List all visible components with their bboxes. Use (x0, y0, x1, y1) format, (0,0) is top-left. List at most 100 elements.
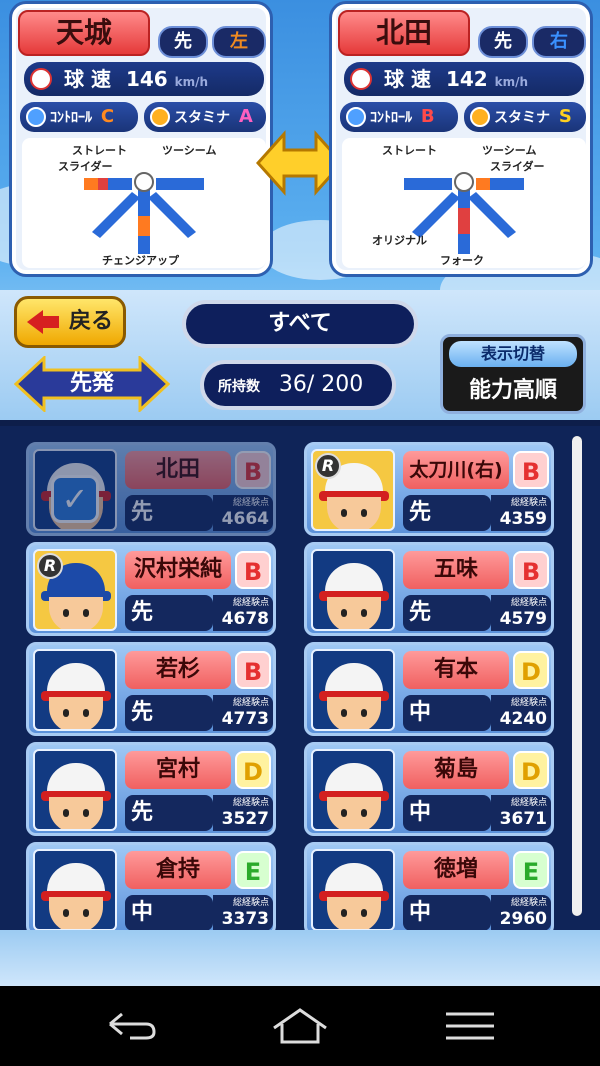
stamina-label: スタミナ (174, 110, 230, 126)
player-card[interactable]: 徳増 E 中 総経験点 2960 (304, 842, 554, 936)
pitch-label-bottom: フォーク (440, 254, 484, 267)
baseball-icon (30, 68, 52, 90)
player-rank: B (235, 651, 271, 689)
pitch-label-top-left: ストレート (382, 144, 437, 157)
player-rank: D (513, 751, 549, 789)
right-player-position: 先 (478, 26, 528, 58)
home-nav-icon[interactable] (270, 1006, 330, 1046)
player-card[interactable]: ✓ 北田 B 先 総経験点 4664 (26, 442, 276, 536)
player-exp: 総経験点 4359 (491, 495, 551, 531)
right-control: ｺﾝﾄﾛｰﾙ B (340, 102, 458, 132)
sort-button[interactable]: 表示切替 能力高順 (440, 334, 586, 414)
player-rank: E (235, 851, 271, 889)
sort-order-label: 能力高順 (468, 378, 557, 403)
menu-nav-icon[interactable] (440, 1006, 500, 1046)
player-name: 五味 (403, 551, 509, 589)
filter-dropdown[interactable]: すべて (182, 300, 418, 348)
compare-card-left: 天城 先 左 球 速 146 km/h ｺﾝﾄﾛｰﾙ C スタミナ A ストレー… (12, 4, 270, 274)
left-pitch-chart: ストレート ツーシーム スライダー チェンジアップ (22, 138, 266, 268)
player-name: 宮村 (125, 751, 231, 789)
pitch-label-bottom: チェンジアップ (102, 254, 179, 267)
player-portrait (311, 549, 395, 631)
player-name: 菊島 (403, 751, 509, 789)
player-name: 若杉 (125, 651, 231, 689)
player-rank: E (513, 851, 549, 889)
control-grade: B (420, 106, 435, 127)
player-portrait (311, 649, 395, 731)
left-control: ｺﾝﾄﾛｰﾙ C (20, 102, 138, 132)
player-portrait: R (311, 449, 395, 531)
player-card[interactable]: 菊島 D 中 総経験点 3671 (304, 742, 554, 836)
checkmark-icon: ✓ (51, 475, 99, 523)
list-scrollbar-thumb[interactable] (572, 436, 582, 916)
rare-r-icon: R (37, 553, 63, 579)
player-portrait (33, 649, 117, 731)
pitch-label-left: スライダー (58, 160, 113, 173)
player-name: 有本 (403, 651, 509, 689)
back-button[interactable]: 戻る (14, 296, 126, 348)
left-stamina: スタミナ A (144, 102, 266, 132)
compare-card-right: 北田 先 右 球 速 142 km/h ｺﾝﾄﾛｰﾙ B スタミナ S ストレー… (332, 4, 590, 274)
player-position: 先 (403, 495, 491, 531)
player-rank: D (513, 651, 549, 689)
pitch-label-right: スライダー (490, 160, 545, 173)
player-exp: 総経験点 4240 (491, 695, 551, 731)
owned-count: 所持数 36/ 200 (200, 360, 396, 410)
player-position: 先 (125, 495, 213, 531)
player-portrait (33, 849, 117, 931)
rare-r-icon: R (315, 453, 341, 479)
player-name: 太刀川(右) (403, 451, 509, 489)
player-portrait: ✓ (33, 449, 117, 531)
right-pitch-chart: ストレート ツーシーム スライダー オリジナル フォーク (342, 138, 586, 268)
back-nav-icon[interactable] (100, 1006, 160, 1046)
left-speed: 球 速 146 km/h (24, 62, 264, 96)
pitch-chart-graphic (404, 172, 524, 254)
speed-unit: km/h (174, 75, 209, 89)
stamina-grade: S (558, 106, 572, 127)
order-toggle-label: 先発 (69, 371, 114, 396)
player-position: 中 (403, 895, 491, 931)
player-card[interactable]: R 太刀川(右) B 先 総経験点 4359 (304, 442, 554, 536)
player-exp: 総経験点 4664 (213, 495, 273, 531)
stamina-grade: A (238, 106, 253, 127)
system-navbar (0, 986, 600, 1066)
player-portrait (33, 749, 117, 831)
player-portrait (311, 849, 395, 931)
speed-label: 球 速 (384, 67, 431, 91)
player-rank: B (513, 451, 549, 489)
speed-label: 球 速 (64, 67, 111, 91)
baseball-icon (350, 68, 372, 90)
player-exp: 総経験点 4579 (491, 595, 551, 631)
speed-unit: km/h (494, 75, 529, 89)
player-portrait (311, 749, 395, 831)
player-position: 中 (403, 695, 491, 731)
player-name: 沢村栄純 (125, 551, 231, 589)
player-rank: B (235, 451, 271, 489)
right-stamina: スタミナ S (464, 102, 586, 132)
player-card[interactable]: 宮村 D 先 総経験点 3527 (26, 742, 276, 836)
player-card[interactable]: R 沢村栄純 B 先 総経験点 4678 (26, 542, 276, 636)
player-position: 先 (125, 695, 213, 731)
player-rank: B (235, 551, 271, 589)
pitch-label-top-right: ツーシーム (162, 144, 217, 157)
swap-arrow-icon (256, 130, 344, 196)
player-exp: 総経験点 3373 (213, 895, 273, 931)
order-toggle-button[interactable]: 先発 (13, 354, 171, 414)
owned-count-label: 所持数 (218, 379, 260, 395)
player-position: 先 (403, 595, 491, 631)
player-rank: B (513, 551, 549, 589)
player-card[interactable]: 若杉 B 先 総経験点 4773 (26, 642, 276, 736)
player-card[interactable]: 有本 D 中 総経験点 4240 (304, 642, 554, 736)
player-card[interactable]: 倉持 E 中 総経験点 3373 (26, 842, 276, 936)
player-exp: 総経験点 2960 (491, 895, 551, 931)
player-exp: 総経験点 4678 (213, 595, 273, 631)
player-exp: 総経験点 3527 (213, 795, 273, 831)
player-position: 先 (125, 595, 213, 631)
stamina-label: スタミナ (494, 110, 550, 126)
right-player-name: 北田 (338, 10, 470, 56)
display-toggle-label: 表示切替 (449, 341, 577, 367)
player-name: 倉持 (125, 851, 231, 889)
pitch-label-bottom-left: オリジナル (372, 234, 427, 247)
control-icon (26, 107, 46, 127)
player-card[interactable]: 五味 B 先 総経験点 4579 (304, 542, 554, 636)
